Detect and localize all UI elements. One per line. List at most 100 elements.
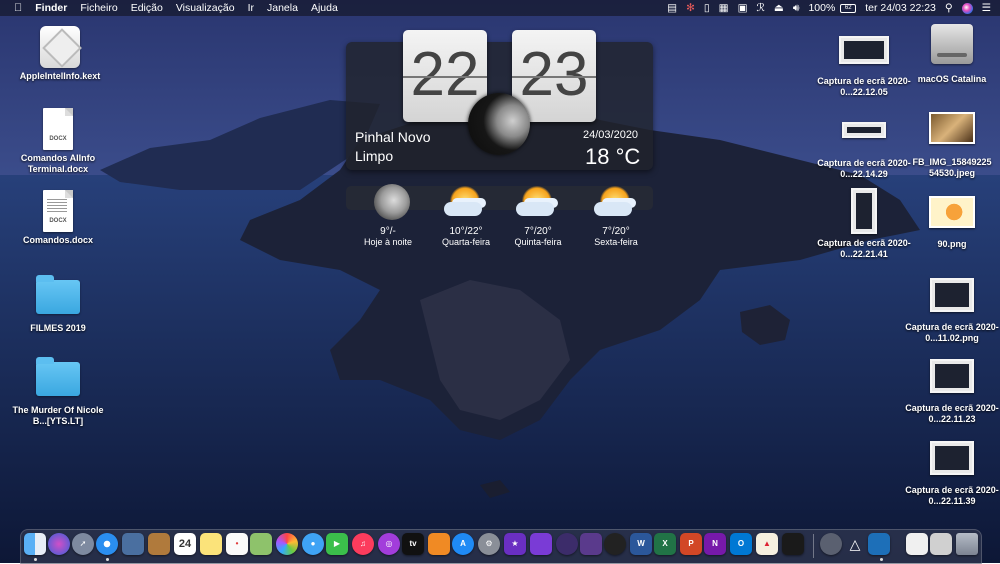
desktop-item-macos-catalina[interactable]: macOS Catalina bbox=[904, 24, 1000, 85]
menubar-clock[interactable]: ter 24/03 22:23 bbox=[865, 0, 936, 16]
safari-icon[interactable] bbox=[96, 533, 118, 555]
volume-icon[interactable]: 🔊︎ bbox=[793, 0, 800, 16]
status-menus: ▤ ✻ ▯ ▦ ▣ ℛ ⏏ 🔊︎ 100% 62 ter 24/03 22:23… bbox=[667, 0, 1000, 16]
contacts-icon[interactable] bbox=[148, 533, 170, 555]
word-icon[interactable]: W bbox=[630, 533, 652, 555]
desktop-item-murder-nicole[interactable]: The Murder Of Nicole B...[YTS.LT] bbox=[10, 357, 106, 427]
running-indicator bbox=[34, 558, 37, 561]
reminders-icon[interactable]: • bbox=[226, 533, 248, 555]
document-icon[interactable] bbox=[906, 533, 928, 555]
forecast-day-name: Quinta-feira bbox=[514, 237, 562, 247]
battery-status[interactable]: 100% 62 bbox=[808, 0, 857, 16]
desktop-item-screenshot-4[interactable]: Captura de ecrã 2020-0...11.02.png bbox=[904, 278, 1000, 344]
menu-ficheiro[interactable]: Ficheiro bbox=[80, 0, 117, 16]
user-icon[interactable]: ▣ bbox=[738, 0, 748, 16]
memory-icon[interactable]: ▯ bbox=[704, 0, 710, 16]
compressor-icon[interactable] bbox=[556, 533, 578, 555]
weather-condition: Limpo bbox=[355, 148, 394, 164]
weather-forecast: 9°/- Hoje à noite 10°/22° Quarta-feira 7… bbox=[346, 184, 653, 252]
desktop-item-label: Captura de ecrã 2020-0...11.02.png bbox=[905, 322, 999, 343]
menu-janela[interactable]: Janela bbox=[267, 0, 298, 16]
desktop-item-label: Comandos.docx bbox=[22, 235, 93, 245]
apple-tv-icon[interactable]: tv bbox=[402, 533, 424, 555]
notification-center-icon[interactable]: ☰ bbox=[982, 0, 991, 16]
menu-ir[interactable]: Ir bbox=[248, 0, 254, 16]
powerpoint-icon[interactable]: P bbox=[680, 533, 702, 555]
desktop-item-label: Captura de ecrã 2020-0...22.11.39 bbox=[905, 485, 999, 506]
display-mirror-icon[interactable]: ▤ bbox=[667, 0, 677, 16]
battery-icon: 62 bbox=[840, 3, 857, 13]
network-icon[interactable]: △ bbox=[844, 533, 866, 555]
spotlight-search-icon[interactable]: ⚲ bbox=[945, 0, 953, 16]
calendar-icon[interactable]: 24 bbox=[174, 533, 196, 555]
app-status-icon[interactable]: ✻ bbox=[686, 0, 695, 16]
forecast-day-name: Hoje à noite bbox=[363, 237, 413, 247]
onenote-icon[interactable]: N bbox=[704, 533, 726, 555]
activity-monitor-icon[interactable] bbox=[868, 533, 890, 555]
podcasts-icon[interactable]: ◎ bbox=[378, 533, 400, 555]
desktop-item-screenshot-2[interactable]: Captura de ecrã 2020-0...22.14.29 bbox=[816, 116, 912, 180]
imovie-star-icon[interactable]: ★ bbox=[504, 533, 526, 555]
keyboard-icon[interactable] bbox=[930, 533, 952, 555]
forecast-day-name: Quarta-feira bbox=[441, 237, 491, 247]
desktop-item-label: macOS Catalina bbox=[917, 74, 987, 84]
messages-icon[interactable]: ● bbox=[302, 533, 324, 555]
desktop-item-fb-img[interactable]: FB_IMG_15849225 54530.jpeg bbox=[904, 110, 1000, 179]
menu-bar:  Finder Ficheiro Edição Visualização Ir… bbox=[0, 0, 1000, 16]
menu-visualizacao[interactable]: Visualização bbox=[176, 0, 235, 16]
premiere-icon[interactable] bbox=[530, 533, 552, 555]
bluetooth-icon[interactable]: ℛ bbox=[757, 0, 765, 16]
final-cut-icon[interactable] bbox=[604, 533, 626, 555]
menu-app-finder[interactable]: Finder bbox=[35, 0, 67, 16]
excel-icon[interactable]: X bbox=[654, 533, 676, 555]
menu-edicao[interactable]: Edição bbox=[131, 0, 163, 16]
desktop-item-screenshot-5[interactable]: Captura de ecrã 2020-0...22.11.23 bbox=[904, 359, 1000, 425]
eject-icon[interactable]: ⏏ bbox=[774, 0, 784, 16]
media-app-icon[interactable] bbox=[782, 533, 804, 555]
desktop-item-filmes-2019[interactable]: FILMES 2019 bbox=[10, 275, 106, 334]
books-icon[interactable] bbox=[428, 533, 450, 555]
running-indicator bbox=[880, 558, 883, 561]
screenshot-thumbnail bbox=[930, 278, 974, 312]
app-store-icon[interactable]: A bbox=[452, 533, 474, 555]
battery-percent: 100% bbox=[808, 2, 836, 14]
finder-icon[interactable] bbox=[24, 533, 46, 555]
siri-icon[interactable] bbox=[961, 0, 973, 16]
photo-viewer-icon[interactable] bbox=[122, 533, 144, 555]
outlook-icon[interactable]: O bbox=[730, 533, 752, 555]
maps-icon[interactable] bbox=[250, 533, 272, 555]
desktop-item-comandos[interactable]: DOCX Comandos.docx bbox=[10, 190, 106, 246]
desktop-item-label: FB_IMG_15849225 54530.jpeg bbox=[912, 157, 992, 178]
desktop-item-screenshot-6[interactable]: Captura de ecrã 2020-0...22.11.39 bbox=[904, 441, 1000, 507]
siri-icon[interactable] bbox=[48, 533, 70, 555]
desktop-item-90-png[interactable]: 90.png bbox=[904, 194, 1000, 250]
desktop-item-appleintelinfo[interactable]: AppleIntelInfo.kext bbox=[12, 26, 108, 82]
desktop-item-label: Captura de ecrã 2020-0...22.11.23 bbox=[905, 403, 999, 424]
music-icon[interactable]: ♫ bbox=[352, 533, 374, 555]
popcorn-icon[interactable]: ▲ bbox=[756, 533, 778, 555]
facetime-icon[interactable]: ▶ bbox=[326, 533, 348, 555]
image-thumbnail bbox=[929, 112, 975, 144]
extension-icon[interactable]: ▦ bbox=[719, 0, 729, 16]
screenshot-thumbnail bbox=[851, 188, 877, 234]
menu-ajuda[interactable]: Ajuda bbox=[311, 0, 338, 16]
desktop-item-label: FILMES 2019 bbox=[30, 323, 86, 333]
system-preferences-icon[interactable]: ⚙ bbox=[478, 533, 500, 555]
desktop-item-screenshot-1[interactable]: Captura de ecrã 2020-0...22.12.05 bbox=[816, 36, 912, 98]
desktop-item-label: Comandos AIInfo Terminal.docx bbox=[20, 153, 96, 174]
apple-menu-icon[interactable]:  bbox=[14, 0, 22, 16]
docx-icon: DOCX bbox=[43, 108, 73, 150]
trash-icon[interactable] bbox=[956, 533, 978, 555]
motion-icon[interactable] bbox=[580, 533, 602, 555]
disk-utility-icon[interactable] bbox=[820, 533, 842, 555]
desktop-item-label: 90.png bbox=[937, 239, 967, 249]
forecast-day-name: Sexta-feira bbox=[594, 237, 638, 247]
launchpad-icon[interactable]: ➚ bbox=[72, 533, 94, 555]
desktop-item-label: Captura de ecrã 2020-0...22.12.05 bbox=[817, 76, 911, 97]
screenshot-thumbnail bbox=[842, 122, 886, 138]
notes-icon[interactable] bbox=[200, 533, 222, 555]
desktop-item-screenshot-3[interactable]: Captura de ecrã 2020-0...22.21.41 bbox=[816, 188, 912, 260]
desktop-item-comandos-aiinfo[interactable]: DOCX Comandos AIInfo Terminal.docx bbox=[10, 108, 106, 175]
desktop-item-label: The Murder Of Nicole B...[YTS.LT] bbox=[12, 405, 104, 426]
photos-icon[interactable] bbox=[276, 533, 298, 555]
